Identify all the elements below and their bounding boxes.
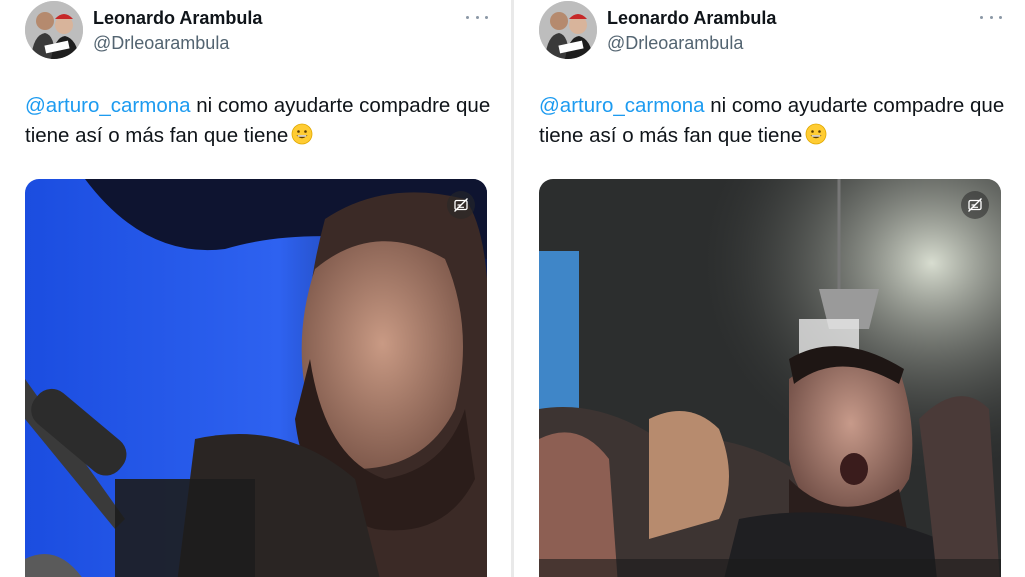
subtitles-off-icon[interactable] — [961, 191, 989, 219]
video-frame — [539, 179, 1001, 577]
author-name[interactable]: Leonardo Arambula — [93, 7, 262, 29]
tweet-card[interactable]: Leonardo Arambula @Drleoarambula @arturo… — [514, 0, 1025, 577]
more-options-icon[interactable] — [980, 8, 1002, 26]
avatar[interactable] — [25, 1, 83, 59]
subtitles-off-icon[interactable] — [447, 191, 475, 219]
avatar[interactable] — [539, 1, 597, 59]
tweet-text: @arturo_carmona ni como ayudarte compadr… — [539, 91, 1009, 151]
author-handle[interactable]: @Drleoarambula — [93, 32, 229, 54]
author-handle[interactable]: @Drleoarambula — [607, 32, 743, 54]
author-name[interactable]: Leonardo Arambula — [607, 7, 776, 29]
grinning-face-icon — [291, 123, 313, 145]
more-options-icon[interactable] — [466, 8, 488, 26]
tweet-card[interactable]: Leonardo Arambula @Drleoarambula @arturo… — [0, 0, 511, 577]
tweet-text: @arturo_carmona ni como ayudarte compadr… — [25, 91, 495, 151]
grinning-face-icon — [805, 123, 827, 145]
mention-link[interactable]: @arturo_carmona — [539, 94, 705, 117]
tweet-video[interactable] — [539, 179, 1001, 577]
avatar-image — [539, 1, 597, 59]
avatar-image — [25, 1, 83, 59]
mention-link[interactable]: @arturo_carmona — [25, 94, 191, 117]
tweet-video[interactable] — [25, 179, 487, 577]
video-frame — [25, 179, 487, 577]
